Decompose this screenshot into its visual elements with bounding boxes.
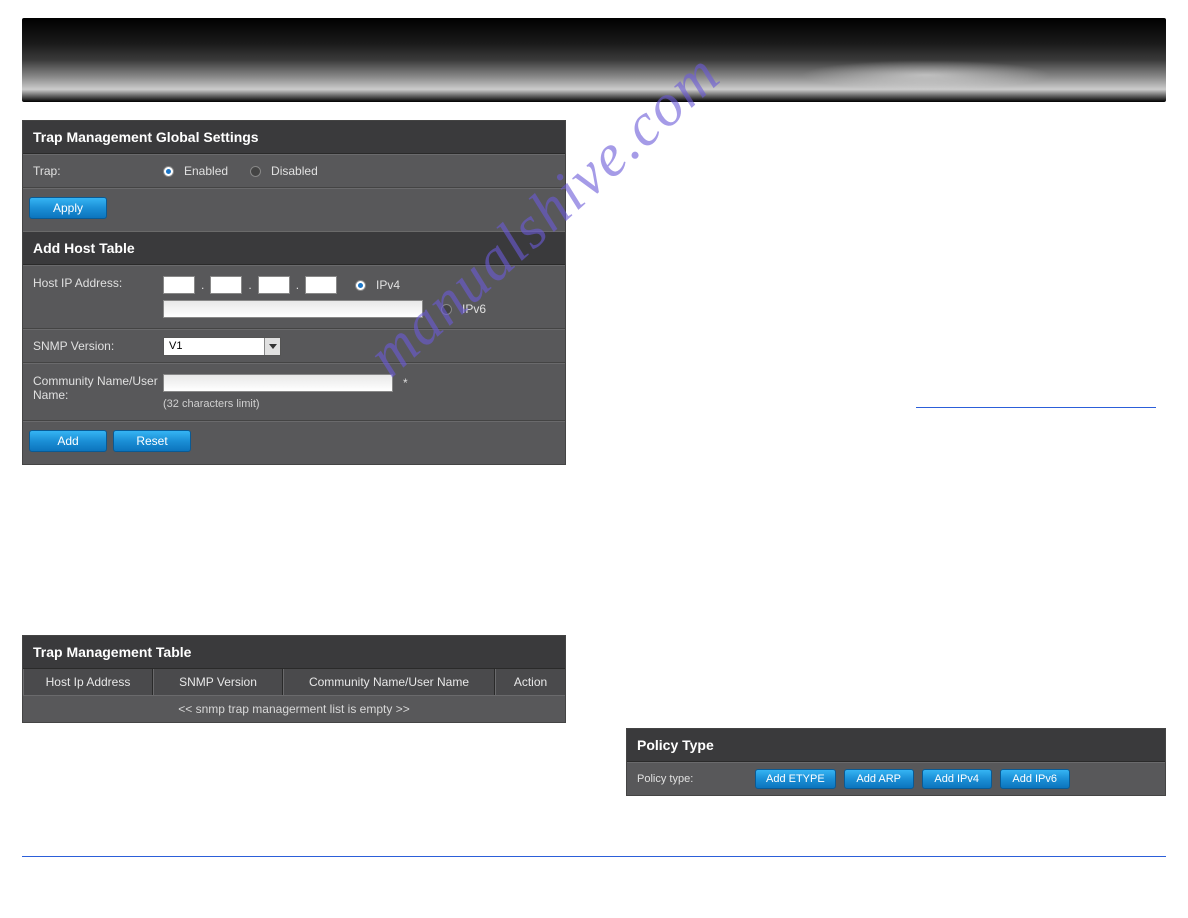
trap-table-header-row: Host Ip Address SNMP Version Community N… [23, 669, 565, 695]
apply-button[interactable]: Apply [29, 197, 107, 219]
policy-type-label: Policy type: [637, 773, 747, 785]
ipv4-radio[interactable] [355, 280, 366, 291]
trap-enabled-radio[interactable] [163, 166, 174, 177]
ipv6-radio[interactable] [441, 304, 452, 315]
trap-table-empty: << snmp trap managerment list is empty >… [23, 695, 565, 722]
ipv6-label: IPv6 [462, 302, 486, 316]
add-ipv4-button[interactable]: Add IPv4 [922, 769, 992, 789]
add-etype-button[interactable]: Add ETYPE [755, 769, 836, 789]
snmp-version-label: SNMP Version: [33, 339, 163, 353]
ip-octet-3[interactable] [258, 276, 290, 294]
host-ip-label: Host IP Address: [33, 276, 163, 290]
trap-table-panel: Trap Management Table Host Ip Address SN… [22, 635, 566, 723]
trap-table-col-snmp: SNMP Version [153, 669, 283, 695]
trap-table-col-host: Host Ip Address [23, 669, 153, 695]
ip-octet-1[interactable] [163, 276, 195, 294]
trap-disabled-radio[interactable] [250, 166, 261, 177]
ip-dot: . [201, 278, 204, 292]
required-asterisk: * [403, 376, 408, 390]
trap-label: Trap: [33, 164, 163, 178]
snmp-version-select[interactable]: V1 [163, 337, 281, 356]
add-button[interactable]: Add [29, 430, 107, 452]
trap-global-title: Trap Management Global Settings [23, 121, 565, 154]
ip-dot: . [296, 278, 299, 292]
header-banner [22, 18, 1166, 102]
community-input[interactable] [163, 374, 393, 392]
ip-octet-4[interactable] [305, 276, 337, 294]
trap-disabled-label: Disabled [271, 164, 318, 178]
right-link[interactable] [916, 407, 1156, 408]
add-host-title: Add Host Table [23, 231, 565, 265]
ipv4-label: IPv4 [376, 278, 400, 292]
community-label: Community Name/User Name: [33, 374, 163, 402]
community-hint: (32 characters limit) [163, 398, 555, 410]
trap-table-col-community: Community Name/User Name [283, 669, 495, 695]
policy-type-panel: Policy Type Policy type: Add ETYPE Add A… [626, 728, 1166, 796]
add-arp-button[interactable]: Add ARP [844, 769, 914, 789]
trap-enabled-label: Enabled [184, 164, 228, 178]
ipv6-input[interactable] [163, 300, 423, 318]
ip-octet-2[interactable] [210, 276, 242, 294]
trap-table-col-action: Action [495, 669, 565, 695]
ip-dot: . [248, 278, 251, 292]
chevron-down-icon [264, 338, 280, 355]
trap-table-title: Trap Management Table [23, 636, 565, 669]
reset-button[interactable]: Reset [113, 430, 191, 452]
trap-global-panel: Trap Management Global Settings Trap: En… [22, 120, 566, 465]
policy-type-title: Policy Type [627, 729, 1165, 762]
snmp-version-value: V1 [169, 340, 182, 352]
page-divider [22, 856, 1166, 857]
add-ipv6-button[interactable]: Add IPv6 [1000, 769, 1070, 789]
